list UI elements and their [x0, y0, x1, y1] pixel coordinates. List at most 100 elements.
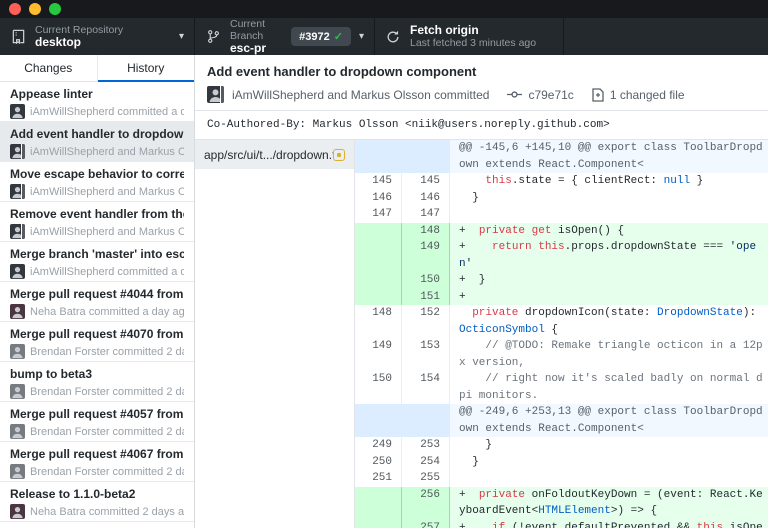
diff-code-line: + if (!event.defaultPrevented && this.is… — [450, 519, 768, 528]
diff-row[interactable]: @@ -145,6 +145,10 @@ export class Toolba… — [355, 140, 768, 173]
diff-code-line — [450, 470, 768, 487]
diff-viewer[interactable]: @@ -145,6 +145,10 @@ export class Toolba… — [355, 140, 768, 528]
commit-item-byline: iAmWillShepherd and Markus Olsson... — [30, 225, 184, 238]
commit-item-title: bump to beta3 — [10, 367, 93, 381]
app-body: Changes History Appease linter iAmWillSh… — [0, 55, 768, 528]
diff-row[interactable]: @@ -249,6 +253,13 @@ export class Toolba… — [355, 404, 768, 437]
commit-list-item[interactable]: Appease linter iAmWillShepherd committed… — [0, 82, 194, 122]
diff-old-line-number: 250 — [355, 453, 402, 470]
diff-row[interactable]: 251 255 — [355, 470, 768, 487]
sidebar: Changes History Appease linter iAmWillSh… — [0, 55, 195, 528]
diff-row[interactable]: 257 + if (!event.defaultPrevented && thi… — [355, 519, 768, 528]
commit-description: Co-Authored-By: Markus Olsson <niik@user… — [195, 110, 768, 140]
diff-code-line: } — [450, 189, 768, 206]
diff-code-line: + — [450, 288, 768, 305]
branch-label: Current Branch — [230, 17, 266, 42]
commit-list-item[interactable]: Merge pull request #4067 from desk.. Bre… — [0, 442, 194, 482]
commit-meta: iAmWillShepherd and Markus Olsson commit… — [207, 86, 756, 103]
current-repository-button[interactable]: Current Repository desktop ▾ — [0, 18, 195, 55]
diff-row[interactable]: 149 153 // @TODO: Remake triangle octico… — [355, 338, 768, 371]
avatar — [207, 86, 224, 103]
diff-old-line-number: 148 — [355, 305, 402, 338]
commit-item-byline: Neha Batra committed a day ago — [30, 305, 184, 318]
avatar — [10, 184, 25, 199]
tab-history[interactable]: History — [96, 55, 195, 82]
diff-new-line-number: 256 — [402, 486, 450, 520]
co-author-avatar — [21, 224, 25, 239]
avatar — [10, 464, 25, 479]
diff-new-line-number: 255 — [402, 470, 450, 487]
co-author-avatar — [21, 184, 25, 199]
diff-area: app/src/ui/t.../dropdown.tsx @@ -145,6 +… — [195, 140, 768, 528]
diff-old-line-number: 147 — [355, 206, 402, 223]
commit-item-title: Merge pull request #4057 from desk.. — [10, 407, 184, 421]
diff-code-line: } — [450, 453, 768, 470]
repo-name: desktop — [35, 34, 82, 49]
close-window-button[interactable] — [9, 3, 21, 15]
file-list: app/src/ui/t.../dropdown.tsx — [195, 140, 355, 528]
commit-item-byline: iAmWillShepherd and Markus Olsson... — [30, 185, 184, 198]
diff-old-line-number — [355, 140, 402, 173]
diff-row[interactable]: 150 154 // right now it's scaled badly o… — [355, 371, 768, 404]
fetch-origin-button[interactable]: Fetch origin Last fetched 3 minutes ago — [375, 18, 564, 55]
diff-row[interactable]: 148 152 private dropdownIcon(state: Drop… — [355, 305, 768, 338]
commit-sha[interactable]: c79e71c — [528, 88, 573, 102]
diff-code-line: + } — [450, 272, 768, 289]
minimize-window-button[interactable] — [29, 3, 41, 15]
diff-old-line-number — [355, 404, 402, 437]
file-list-item[interactable]: app/src/ui/t.../dropdown.tsx — [195, 140, 354, 169]
diff-old-line-number: 146 — [355, 189, 402, 206]
commit-item-meta: Brendan Forster committed 2 days ago — [10, 344, 184, 359]
diff-old-line-number — [355, 239, 402, 272]
diff-new-line-number: 147 — [402, 206, 450, 223]
diff-new-line-number: 253 — [402, 437, 450, 454]
diff-row[interactable]: 256 + private onFoldoutKeyDown = (event:… — [355, 486, 768, 520]
diff-row[interactable]: 249 253 } — [355, 437, 768, 454]
commit-item-byline: Brendan Forster committed 2 days ago — [30, 425, 184, 438]
diff-row[interactable]: 149 + return this.props.dropdownState ==… — [355, 239, 768, 272]
commit-item-byline: Brendan Forster committed 2 days ago — [30, 465, 184, 478]
diff-old-line-number: 150 — [355, 371, 402, 404]
commit-list-item[interactable]: Merge pull request #4056 from desk.. — [0, 522, 194, 528]
diff-row[interactable]: 146 146 } — [355, 189, 768, 206]
avatar — [10, 344, 25, 359]
commit-list-item[interactable]: Move escape behavior to correct co... iA… — [0, 162, 194, 202]
commit-list-item[interactable]: Merge pull request #4070 from desk.. Bre… — [0, 322, 194, 362]
repo-text: Current Repository desktop — [35, 24, 123, 50]
commit-title: Add event handler to dropdown component — [207, 64, 477, 79]
commit-authors: iAmWillShepherd and Markus Olsson commit… — [232, 87, 490, 102]
diff-old-line-number: 149 — [355, 338, 402, 371]
commit-list-item[interactable]: Remove event handler from the bran... iA… — [0, 202, 194, 242]
tab-changes[interactable]: Changes — [0, 55, 97, 81]
pull-request-badge[interactable]: #3972 ✓ — [291, 27, 351, 46]
diff-row[interactable]: 148 + private get isOpen() { — [355, 222, 768, 239]
zoom-window-button[interactable] — [49, 3, 61, 15]
diff-row[interactable]: 145 145 this.state = { clientRect: null … — [355, 173, 768, 190]
diff-code-line: + private get isOpen() { — [450, 222, 768, 239]
diff-new-line-number: 154 — [402, 371, 450, 404]
pr-number: #3972 — [299, 30, 330, 43]
commit-item-byline: iAmWillShepherd committed a day ago — [30, 105, 184, 118]
avatar — [10, 384, 25, 399]
commit-list-item[interactable]: Merge branch 'master' into esc-pr iAmWil… — [0, 242, 194, 282]
commit-list-item[interactable]: Release to 1.1.0-beta2 Neha Batra commit… — [0, 482, 194, 522]
diff-row[interactable]: 151 + — [355, 288, 768, 305]
diff-row[interactable]: 150 + } — [355, 272, 768, 289]
diff-new-line-number: 257 — [402, 519, 450, 528]
commit-list-item[interactable]: Add event handler to dropdown com... iAm… — [0, 122, 194, 162]
diff-code-line: // @TODO: Remake triangle octicon in a 1… — [450, 338, 768, 371]
commit-item-title: Merge branch 'master' into esc-pr — [10, 247, 184, 261]
branch-icon — [205, 29, 221, 45]
check-icon: ✓ — [333, 31, 343, 43]
repo-icon — [10, 29, 26, 45]
commit-list-item[interactable]: Merge pull request #4057 from desk.. Bre… — [0, 402, 194, 442]
github-desktop-window: Current Repository desktop ▾ Current Bra… — [0, 0, 768, 528]
diff-row[interactable]: 147 147 — [355, 206, 768, 223]
commit-list-item[interactable]: Merge pull request #4044 from des... Neh… — [0, 282, 194, 322]
fetch-text: Fetch origin Last fetched 3 minutes ago — [410, 23, 536, 50]
commit-item-meta: iAmWillShepherd committed a day ago — [10, 104, 184, 119]
current-branch-button[interactable]: Current Branch esc-pr #3972 ✓ ▾ — [195, 18, 375, 55]
commit-list-item[interactable]: bump to beta3 Brendan Forster committed … — [0, 362, 194, 402]
file-path: app/src/ui/t.../dropdown.tsx — [204, 147, 333, 162]
diff-row[interactable]: 250 254 } — [355, 453, 768, 470]
